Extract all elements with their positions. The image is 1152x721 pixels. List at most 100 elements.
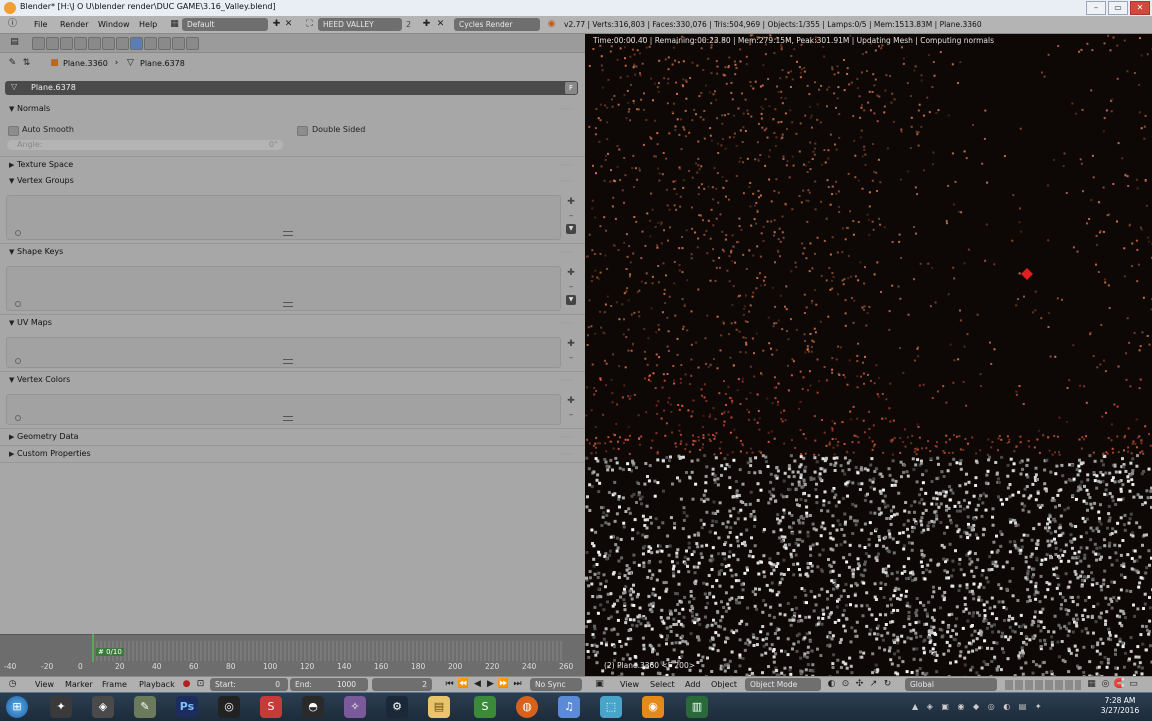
render-preview-icon[interactable]: ▭ — [1127, 678, 1140, 691]
panel-vertex-groups[interactable]: ▼ Vertex Groups ⋯⋯ — [0, 173, 580, 189]
app-icon[interactable]: S — [260, 696, 282, 718]
menu-select[interactable]: Select — [650, 678, 675, 691]
start-orb-icon[interactable]: ⊞ — [6, 696, 28, 718]
menu-frame[interactable]: Frame — [102, 678, 127, 691]
menu-help[interactable]: Help — [139, 18, 157, 31]
end-frame-field[interactable]: End: 1000 — [290, 678, 368, 691]
app-icon[interactable]: ◓ — [302, 696, 324, 718]
remove-uv-map-icon[interactable]: – — [566, 353, 576, 363]
render-layers-tab-icon[interactable] — [46, 37, 59, 50]
panel-custom-properties[interactable]: ▶ Custom Properties ⋯⋯ — [0, 446, 580, 462]
keying-lock-icon[interactable]: ⊡ — [194, 678, 207, 691]
scene-icon[interactable]: ⛶ — [303, 18, 316, 31]
drag-handle-icon[interactable]: ⋯⋯ — [560, 157, 572, 173]
app-icon[interactable]: ▥ — [686, 696, 708, 718]
menu-view-3d[interactable]: View — [620, 678, 639, 691]
shape-keys-list[interactable] — [6, 266, 561, 311]
system-clock[interactable]: 7:28 AM 3/27/2016 — [1094, 696, 1146, 716]
mode-select[interactable]: Object Mode — [745, 678, 821, 691]
menu-window[interactable]: Window — [98, 18, 130, 31]
editor-type-icon[interactable]: ⓘ — [6, 18, 19, 31]
viewport-shading-icon[interactable]: ◐ — [825, 678, 838, 691]
fake-user-button[interactable]: F — [565, 82, 577, 94]
play-reverse-icon[interactable]: ◀ — [471, 678, 484, 691]
uv-maps-list[interactable] — [6, 337, 561, 368]
material-tab-icon[interactable] — [144, 37, 157, 50]
render-engine-select[interactable]: Cycles Render — [454, 18, 540, 31]
proportional-edit-icon[interactable]: ◎ — [1099, 678, 1112, 691]
panel-uv-maps[interactable]: ▼ UV Maps ⋯⋯ — [0, 315, 580, 331]
mesh-datablock-field[interactable]: ▽ Plane.6378 F — [5, 81, 578, 95]
transform-orientation-select[interactable]: Global — [905, 678, 997, 691]
manipulator-icon[interactable]: ✣ — [853, 678, 866, 691]
add-uv-map-icon[interactable]: ✚ — [566, 339, 576, 349]
drag-handle-icon[interactable]: ⋯⋯ — [560, 101, 572, 117]
add-vertex-color-icon[interactable]: ✚ — [566, 396, 576, 406]
folder-icon[interactable]: ▤ — [428, 696, 450, 718]
vertex-colors-list[interactable] — [6, 394, 561, 425]
drag-handle-icon[interactable]: ⋯⋯ — [560, 244, 572, 260]
menu-object[interactable]: Object — [711, 678, 737, 691]
app-icon[interactable]: ◈ — [92, 696, 114, 718]
auto-smooth-checkbox[interactable] — [8, 126, 19, 136]
panel-shape-keys[interactable]: ▼ Shape Keys ⋯⋯ — [0, 244, 580, 260]
add-vertex-group-icon[interactable]: ✚ — [566, 197, 576, 207]
layer-lock-icon[interactable]: ▦ — [1085, 678, 1098, 691]
steam-icon[interactable]: ⚙ — [386, 696, 408, 718]
drag-handle-icon[interactable]: ⋯⋯ — [560, 173, 572, 189]
drag-handle-icon[interactable]: ⋯⋯ — [560, 315, 572, 331]
menu-marker[interactable]: Marker — [65, 678, 93, 691]
menu-playback[interactable]: Playback — [139, 678, 175, 691]
object-tab-icon[interactable] — [88, 37, 101, 50]
3d-viewport[interactable] — [585, 34, 1152, 676]
drag-handle-icon[interactable]: ⋯⋯ — [560, 429, 572, 445]
layout-select[interactable]: Default — [182, 18, 268, 31]
remove-layout-icon[interactable]: ✕ — [282, 18, 295, 31]
filter-icon[interactable] — [15, 230, 21, 236]
jump-prev-keyframe-icon[interactable]: ⏪ — [457, 678, 470, 691]
pivot-point-icon[interactable]: ⊙ — [839, 678, 852, 691]
panel-vertex-colors[interactable]: ▼ Vertex Colors ⋯⋯ — [0, 372, 580, 388]
resize-grip-icon[interactable] — [283, 359, 293, 364]
jump-next-keyframe-icon[interactable]: ⏩ — [497, 678, 510, 691]
add-shape-key-icon[interactable]: ✚ — [566, 268, 576, 278]
system-tray-icons[interactable]: ▲ ◈ ▣ ◉ ◆ ◎ ◐ ▤ ✦ — [912, 702, 1082, 712]
firefox-icon[interactable]: ◍ — [516, 696, 538, 718]
mesh-name-value[interactable]: Plane.6378 — [31, 83, 76, 92]
app-icon[interactable]: ✦ — [50, 696, 72, 718]
sync-mode-select[interactable]: No Sync — [530, 678, 582, 691]
pin-icon[interactable]: ✎ — [6, 57, 19, 70]
app-icon[interactable]: ⬚ — [600, 696, 622, 718]
drag-handle-icon[interactable]: ⋯⋯ — [560, 446, 572, 462]
remove-scene-icon[interactable]: ✕ — [434, 18, 447, 31]
maximize-icon[interactable]: ▭ — [1108, 1, 1128, 15]
particles-tab-icon[interactable] — [172, 37, 185, 50]
menu-render[interactable]: Render — [60, 18, 88, 31]
app-icon[interactable]: ◎ — [218, 696, 240, 718]
resize-grip-icon[interactable] — [283, 416, 293, 421]
current-frame-indicator[interactable] — [92, 634, 94, 662]
current-frame-field[interactable]: 2 — [372, 678, 432, 691]
add-scene-icon[interactable]: ✚ — [420, 18, 433, 31]
mesh-data-tab-icon[interactable] — [130, 37, 143, 50]
timeline-editor-icon[interactable]: ◷ — [6, 678, 19, 691]
vertex-group-specials-icon[interactable]: ▼ — [566, 224, 576, 234]
drag-handle-icon[interactable]: ⋯⋯ — [560, 372, 572, 388]
start-frame-field[interactable]: Start: 0 — [210, 678, 288, 691]
blender-icon[interactable]: ◉ — [642, 696, 664, 718]
remove-vertex-group-icon[interactable]: – — [566, 211, 576, 221]
snap-icon[interactable]: 🧲 — [1113, 678, 1126, 691]
timeline-keyframe-strip[interactable] — [92, 641, 562, 661]
panel-texture-space[interactable]: ▶ Texture Space ⋯⋯ — [0, 157, 580, 173]
modifiers-tab-icon[interactable] — [116, 37, 129, 50]
layers-grid[interactable] — [1005, 680, 1081, 690]
resize-grip-icon[interactable] — [283, 302, 293, 307]
minimize-icon[interactable]: – — [1086, 1, 1106, 15]
scene-select[interactable]: HEED VALLEY — [318, 18, 402, 31]
filter-icon[interactable] — [15, 415, 21, 421]
app-icon[interactable]: ✧ — [344, 696, 366, 718]
jump-end-icon[interactable]: ⏭ — [511, 678, 524, 691]
menu-file[interactable]: File — [34, 18, 47, 31]
jump-start-icon[interactable]: ⏮ — [443, 678, 456, 691]
world-tab-icon[interactable] — [74, 37, 87, 50]
